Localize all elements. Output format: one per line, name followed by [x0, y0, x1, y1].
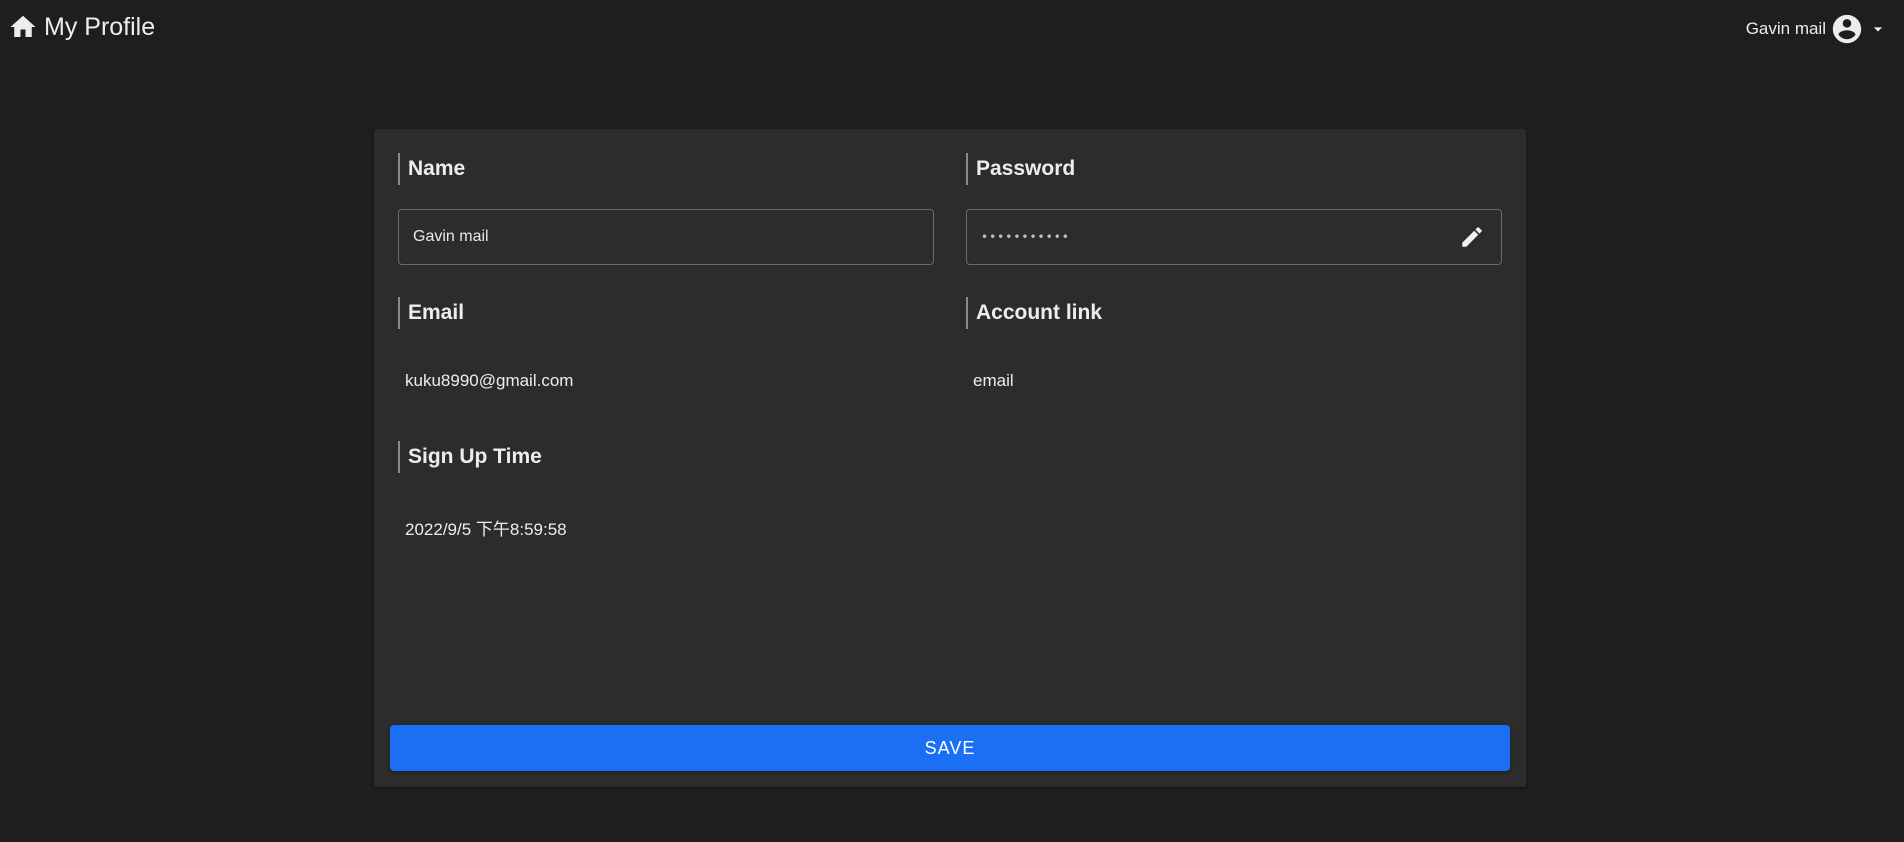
name-input[interactable] — [398, 209, 934, 265]
email-field: Email kuku8990@gmail.com — [398, 297, 934, 390]
account-link-value: email — [973, 371, 1014, 390]
sign-up-time-field: Sign Up Time 2022/9/5 下午8:59:58 — [398, 441, 934, 539]
top-bar: My Profile Gavin mail — [0, 0, 1904, 58]
name-label: Name — [398, 153, 934, 185]
sign-up-time-value: 2022/9/5 下午8:59:58 — [405, 520, 567, 539]
home-icon — [10, 15, 36, 37]
page-title: My Profile — [44, 13, 156, 41]
user-menu[interactable]: Gavin mail — [1746, 12, 1888, 46]
pencil-icon[interactable] — [1459, 224, 1485, 250]
email-label: Email — [398, 297, 934, 329]
password-label: Password — [966, 153, 1502, 185]
password-field: Password — [966, 153, 1502, 265]
password-input-wrapper — [966, 209, 1502, 265]
profile-card: Name Password Email kuku8990@gmail.com A… — [374, 129, 1526, 787]
email-value: kuku8990@gmail.com — [405, 371, 574, 390]
save-button[interactable]: SAVE — [390, 725, 1510, 771]
name-field: Name — [398, 153, 934, 265]
account-link-field: Account link email — [966, 297, 1502, 390]
sign-up-time-label: Sign Up Time — [398, 441, 934, 473]
user-name: Gavin mail — [1745, 19, 1826, 38]
password-input[interactable] — [967, 210, 1437, 264]
account-circle-icon — [1832, 14, 1862, 44]
home-link[interactable]: My Profile — [8, 10, 155, 44]
caret-down-icon — [1873, 27, 1883, 32]
account-link-label: Account link — [966, 297, 1502, 329]
